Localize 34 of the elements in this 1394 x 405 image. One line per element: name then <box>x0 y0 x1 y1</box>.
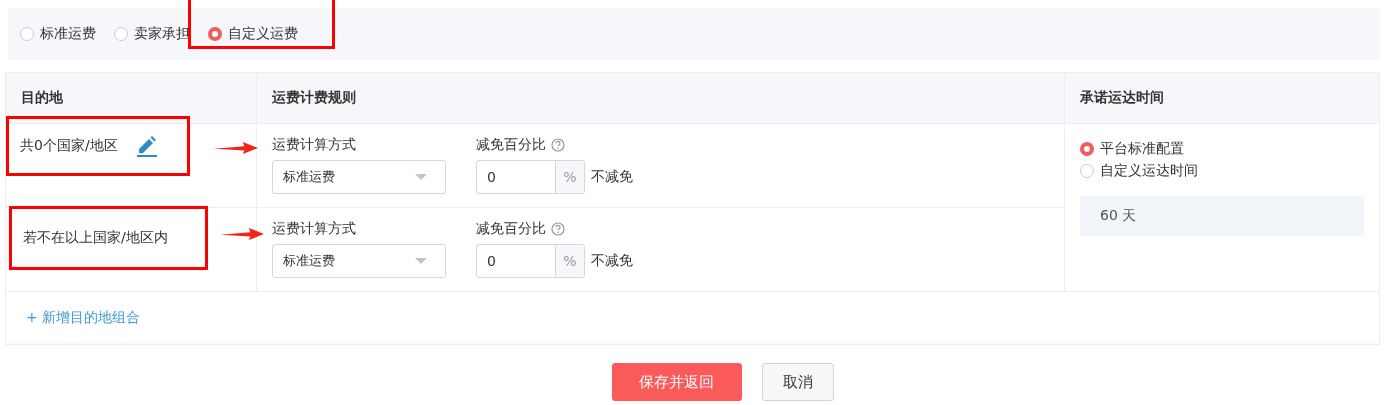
cancel-button[interactable]: 取消 <box>761 363 834 401</box>
radio-icon[interactable] <box>208 27 222 41</box>
column-header: 目的地 <box>6 73 256 124</box>
method-select[interactable]: 标准运费 <box>272 244 446 278</box>
discount-note: 不减免 <box>591 252 633 270</box>
days-field[interactable]: 60 天 <box>1080 196 1364 236</box>
radio-option[interactable]: 平台标准配置 <box>1080 140 1364 158</box>
radio-icon[interactable] <box>20 27 34 41</box>
radio-icon[interactable] <box>1080 142 1094 156</box>
radio-option[interactable]: 卖家承担 <box>114 25 190 43</box>
field-label: 减免百分比 <box>476 136 546 154</box>
help-icon[interactable] <box>551 138 565 152</box>
help-icon[interactable] <box>551 222 565 236</box>
field-label: 运费计算方式 <box>272 136 357 154</box>
radio-option[interactable]: 标准运费 <box>20 25 96 43</box>
destination-text: 共0个国家/地区 <box>20 137 118 155</box>
method-select[interactable]: 标准运费 <box>272 160 446 194</box>
discount-field[interactable]: 0 % <box>476 160 585 194</box>
unit-label: % <box>555 245 584 277</box>
radio-icon[interactable] <box>114 27 128 41</box>
caret-icon <box>415 258 427 264</box>
column-header: 承诺运达时间 <box>1064 73 1379 124</box>
radio-option[interactable]: 自定义运费 <box>208 25 298 43</box>
radio-option[interactable]: 自定义运达时间 <box>1080 162 1364 180</box>
caret-icon <box>415 174 427 180</box>
destination-text: 若不在以上国家/地区内 <box>23 229 168 247</box>
column-header: 运费计费规则 <box>256 73 1064 124</box>
radio-icon[interactable] <box>1080 164 1094 178</box>
field-label: 运费计算方式 <box>272 220 357 238</box>
field-label: 减免百分比 <box>476 220 546 238</box>
edit-icon[interactable] <box>135 135 158 157</box>
discount-field[interactable]: 0 % <box>476 244 585 278</box>
unit-label: % <box>555 161 584 193</box>
discount-note: 不减免 <box>591 168 633 186</box>
